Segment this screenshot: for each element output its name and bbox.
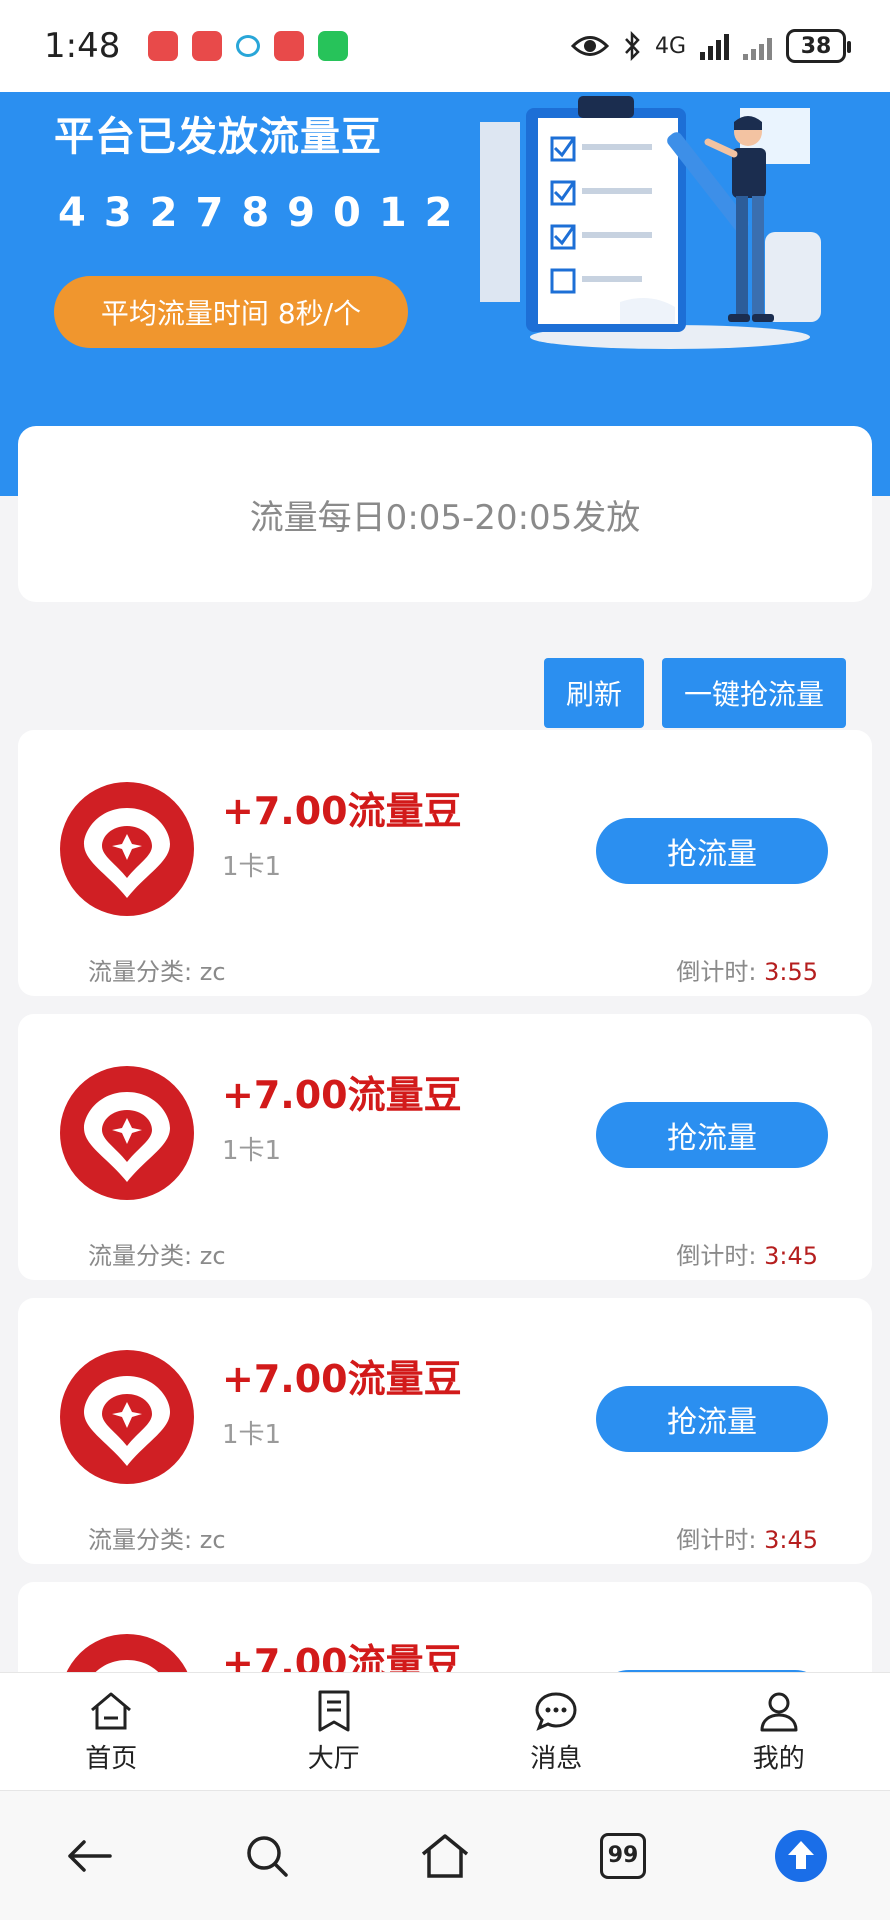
card-category: 流量分类: zc bbox=[88, 1236, 226, 1271]
avg-time-badge: 平均流量时间 8秒/个 bbox=[54, 276, 408, 348]
back-arrow-icon bbox=[68, 1839, 112, 1872]
tab-hall-label: 大厅 bbox=[307, 1744, 360, 1774]
browser-back-button[interactable] bbox=[59, 1826, 119, 1886]
card-category-label: 流量分类: bbox=[88, 958, 193, 986]
card-subtitle: 1卡1 bbox=[222, 1420, 282, 1450]
message-icon bbox=[535, 1692, 577, 1731]
browser-home-button[interactable] bbox=[415, 1826, 475, 1886]
tab-messages[interactable]: 消息 bbox=[445, 1673, 668, 1790]
status-bar: 1:48 4G 38 bbox=[0, 0, 890, 92]
wechat-icon bbox=[318, 31, 349, 61]
card-subtitle: 1卡1 bbox=[222, 1136, 282, 1166]
avg-time-label: 平均流量时间 8秒/个 bbox=[100, 297, 362, 330]
signal-icon bbox=[700, 32, 729, 60]
card-countdown-value: 3:45 bbox=[764, 1242, 818, 1270]
card-countdown: 倒计时: 3:55 bbox=[676, 952, 818, 987]
eye-icon bbox=[570, 36, 609, 56]
bluetooth-icon bbox=[625, 31, 640, 61]
card-category-label: 流量分类: bbox=[88, 1526, 193, 1554]
card-countdown-label: 倒计时: bbox=[676, 1526, 757, 1554]
status-time: 1:48 bbox=[44, 26, 121, 66]
refresh-button[interactable]: 刷新 bbox=[544, 658, 644, 728]
traffic-card: +7.00流量豆 1卡1 抢流量 流量分类: zc 倒计时: 3:55 bbox=[18, 730, 872, 996]
battery-icon: 38 bbox=[786, 29, 851, 63]
bottom-tab-bar: 首页 大厅 消息 我的 bbox=[0, 1672, 890, 1790]
card-amount: +7.00流量豆 bbox=[222, 1073, 462, 1117]
tabs-icon: 99 bbox=[600, 1832, 646, 1879]
upload-icon bbox=[775, 1829, 827, 1882]
traffic-card: +7.00流量豆 1卡1 抢流量 流量分类: zc 倒计时: 3:45 bbox=[18, 1014, 872, 1280]
bank-logo-icon bbox=[60, 782, 194, 916]
grab-traffic-button[interactable]: 抢流量 bbox=[596, 1386, 828, 1452]
huawei-app-icon bbox=[192, 31, 223, 61]
traffic-card: +7.00流量豆 1卡1 抢流量 流量分类: zc 倒计时: 3:45 bbox=[18, 1298, 872, 1564]
bank-logo-icon bbox=[60, 1066, 194, 1200]
notice-card: 流量每日0:05-20:05发放 bbox=[18, 426, 872, 602]
card-category: 流量分类: zc bbox=[88, 952, 226, 987]
total-issued-number: 432789012 bbox=[58, 190, 471, 236]
home-icon bbox=[91, 1692, 132, 1730]
document-icon bbox=[318, 1690, 350, 1732]
card-category-value: zc bbox=[199, 1526, 226, 1554]
card-countdown-value: 3:45 bbox=[764, 1526, 818, 1554]
card-countdown-value: 3:55 bbox=[764, 958, 818, 986]
tab-messages-label: 消息 bbox=[530, 1744, 583, 1774]
card-subtitle: 1卡1 bbox=[222, 852, 282, 882]
grab-traffic-button[interactable]: 抢流量 bbox=[596, 818, 828, 884]
tab-mine-label: 我的 bbox=[752, 1744, 805, 1774]
browser-search-button[interactable] bbox=[237, 1826, 297, 1886]
card-countdown-label: 倒计时: bbox=[676, 1242, 757, 1270]
signal-icon-secondary bbox=[743, 32, 772, 60]
card-countdown-label: 倒计时: bbox=[676, 958, 757, 986]
chat-bubble-icon bbox=[236, 35, 261, 57]
grab-all-button-label: 一键抢流量 bbox=[683, 678, 824, 711]
grab-traffic-button-label: 抢流量 bbox=[667, 837, 757, 872]
browser-upload-button[interactable] bbox=[771, 1826, 831, 1886]
home-icon bbox=[421, 1833, 469, 1878]
tab-home[interactable]: 首页 bbox=[0, 1673, 223, 1790]
card-category-label: 流量分类: bbox=[88, 1242, 193, 1270]
network-type: 4G bbox=[654, 33, 686, 59]
tab-mine[interactable]: 我的 bbox=[668, 1673, 890, 1790]
huawei-app-icon bbox=[148, 31, 179, 61]
card-amount: +7.00流量豆 bbox=[222, 789, 462, 833]
grab-traffic-button-label: 抢流量 bbox=[667, 1405, 757, 1440]
user-icon bbox=[760, 1692, 798, 1732]
grab-traffic-button-label: 抢流量 bbox=[667, 1121, 757, 1156]
search-icon bbox=[247, 1835, 288, 1877]
card-category-value: zc bbox=[199, 958, 226, 986]
huawei-app-icon bbox=[274, 31, 305, 61]
grab-all-button[interactable]: 一键抢流量 bbox=[662, 658, 846, 728]
card-category: 流量分类: zc bbox=[88, 1520, 226, 1555]
tab-hall[interactable]: 大厅 bbox=[223, 1673, 446, 1790]
clipboard-illustration bbox=[480, 96, 821, 349]
card-category-value: zc bbox=[199, 1242, 226, 1270]
refresh-button-label: 刷新 bbox=[565, 678, 622, 711]
bank-logo-icon bbox=[60, 1350, 194, 1484]
notice-text: 流量每日0:05-20:05发放 bbox=[249, 497, 641, 538]
card-countdown: 倒计时: 3:45 bbox=[676, 1236, 818, 1271]
grab-traffic-button[interactable]: 抢流量 bbox=[596, 1102, 828, 1168]
card-amount: +7.00流量豆 bbox=[222, 1357, 462, 1401]
tab-home-label: 首页 bbox=[85, 1744, 138, 1774]
battery-level: 38 bbox=[800, 33, 832, 59]
status-right-group: 4G 38 bbox=[570, 29, 851, 63]
browser-tabs-button[interactable]: 99 bbox=[593, 1826, 653, 1886]
browser-nav-bar: 99 bbox=[0, 1790, 890, 1920]
card-countdown: 倒计时: 3:45 bbox=[676, 1520, 818, 1555]
tabs-count: 99 bbox=[607, 1843, 639, 1868]
hero-title: 平台已发放流量豆 bbox=[54, 114, 382, 160]
